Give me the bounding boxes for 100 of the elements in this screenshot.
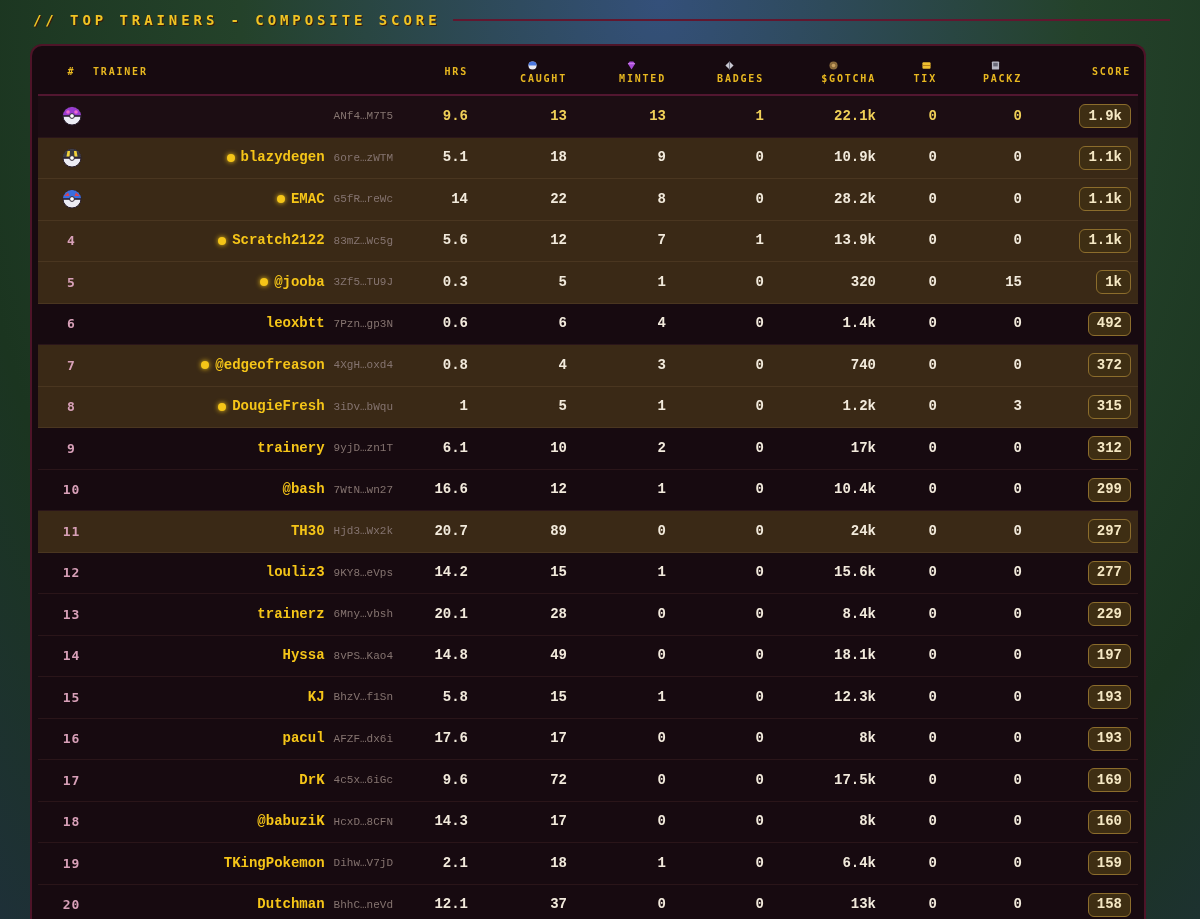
table-cell-text: 13: [550, 106, 567, 126]
table-cell-text: 0: [1013, 189, 1022, 209]
table-cell-text: 0: [928, 687, 937, 707]
table-cell-text: 0: [928, 480, 937, 500]
column-header: BADGES: [717, 73, 764, 84]
table-cell-text: 0.6: [442, 314, 468, 334]
section-title: // TOP TRAINERS - COMPOSITE SCORE: [33, 10, 441, 30]
table-cell-text: 5: [558, 272, 567, 292]
table-cell-text: 18: [550, 148, 567, 168]
table-cell-text: 49: [550, 646, 567, 666]
score-badge: 372: [1087, 353, 1131, 378]
table-cell-text: 72: [550, 770, 567, 790]
table-cell-text: 0: [1013, 646, 1022, 666]
table-cell-text: 740: [850, 355, 876, 375]
rank-number: 15: [62, 688, 81, 707]
trainer-name: pacul: [282, 729, 325, 749]
column-header: SCORE: [1091, 67, 1131, 77]
column-header: $GOTCHA: [821, 73, 876, 84]
wallet-address: HcxD…8CFN: [333, 814, 393, 830]
table-cell-text: 0: [755, 480, 764, 500]
trainer-name: @jooba: [274, 272, 325, 292]
wallet-address: 83mZ…Wc5g: [333, 233, 393, 249]
table-cell-text: 0: [928, 521, 937, 541]
table-cell-text: 0: [928, 604, 937, 624]
trainer-name: Scratch2122: [232, 231, 325, 251]
wallet-address: 6Mny…vbsh: [333, 607, 393, 622]
table-cell-text: 16.6: [434, 480, 468, 500]
score-badge: 1.1k: [1079, 145, 1131, 170]
wallet-address: 7WtN…wn27: [333, 482, 393, 498]
trainer-name: leoxbtt: [265, 314, 325, 334]
table-cell-text: 0: [1013, 853, 1022, 873]
score-badge: 1.9k: [1079, 104, 1131, 129]
trainer-name: @babuziK: [257, 812, 325, 832]
wallet-address: Hjd3…Wx2k: [333, 524, 393, 539]
score-badge: 229: [1087, 602, 1131, 627]
table-cell-text: 0: [657, 729, 666, 749]
table-cell-text: 0.8: [442, 355, 468, 375]
table-cell-text: 0: [928, 355, 937, 375]
table-cell-text: 28: [550, 604, 567, 624]
score-badge: 160: [1087, 809, 1131, 834]
rank-number: 9: [67, 439, 76, 458]
wallet-address: 8vPS…Kao4: [333, 648, 393, 664]
table-cell-text: 0: [928, 106, 937, 126]
table-cell-text: 8k: [859, 812, 876, 832]
table-cell-text: 0: [1013, 148, 1022, 168]
table-cell-text: 2: [657, 438, 666, 458]
trainer-name: trainery: [257, 438, 325, 458]
table-cell-text: 14: [451, 189, 468, 209]
table-cell-text: 12.1: [434, 895, 468, 915]
score-badge: 315: [1087, 394, 1131, 419]
table-cell-text: 0: [928, 853, 937, 873]
table-cell-text: 0: [928, 895, 937, 915]
score-badge: 169: [1087, 768, 1131, 793]
table-cell-text: 0: [657, 895, 666, 915]
column-header: TRAINER: [93, 67, 148, 77]
table-cell-text: 0: [928, 729, 937, 749]
table-cell-text: 0: [657, 604, 666, 624]
table-cell-text: 320: [850, 272, 876, 292]
table-cell-text: 17: [550, 812, 567, 832]
table-cell-text: 0: [1013, 521, 1022, 541]
table-cell-text: 13k: [850, 895, 876, 915]
table-cell-text: 0: [755, 895, 764, 915]
table-cell-text: 89: [550, 521, 567, 541]
column-header: CAUGHT: [520, 73, 567, 84]
column-header: HRS: [444, 67, 468, 77]
score-badge: 312: [1087, 436, 1131, 461]
rank-number: 6: [67, 315, 76, 333]
wallet-address: 4c5x…6iGc: [333, 773, 393, 788]
table-cell-text: 0: [755, 853, 764, 873]
table-cell-text: 1: [657, 563, 666, 583]
table-cell-text: 0: [1013, 895, 1022, 915]
score-badge: 193: [1087, 726, 1131, 751]
table-cell-text: 0: [1013, 687, 1022, 707]
table-cell-text: 0: [755, 770, 764, 790]
column-header: TIX: [913, 73, 937, 84]
table-cell-text: 7: [657, 231, 666, 251]
table-cell-text: 0: [657, 812, 666, 832]
table-cell-text: 5: [558, 397, 567, 417]
table-cell-text: 6.1: [442, 438, 468, 458]
table-cell-text: 1: [459, 397, 468, 417]
table-cell-text: 0: [755, 812, 764, 832]
table-cell-text: 0: [755, 148, 764, 168]
rank-number: 10: [62, 481, 81, 499]
table-cell-text: 0: [928, 812, 937, 832]
ball-icon: [61, 147, 82, 168]
table-cell-text: 1: [657, 272, 666, 292]
table-cell-text: 22: [550, 189, 567, 209]
wallet-address: AFZF…dx6i: [333, 731, 393, 747]
trainer-name: TKingPokemon: [223, 853, 325, 873]
rank-number: 18: [62, 813, 81, 831]
score-badge: 1.1k: [1079, 228, 1131, 253]
wallet-address: 3Zf5…TU9J: [333, 275, 393, 290]
column-header: PACKZ: [982, 73, 1022, 84]
trainer-name: KJ: [307, 687, 325, 707]
table-cell-text: 10.9k: [834, 148, 876, 168]
table-cell-text: 8.4k: [842, 604, 876, 624]
table-cell-text: 5.6: [442, 231, 468, 251]
ball-icon: [61, 106, 82, 127]
score-badge: 1k: [1096, 270, 1131, 295]
score-badge: 492: [1087, 311, 1131, 336]
